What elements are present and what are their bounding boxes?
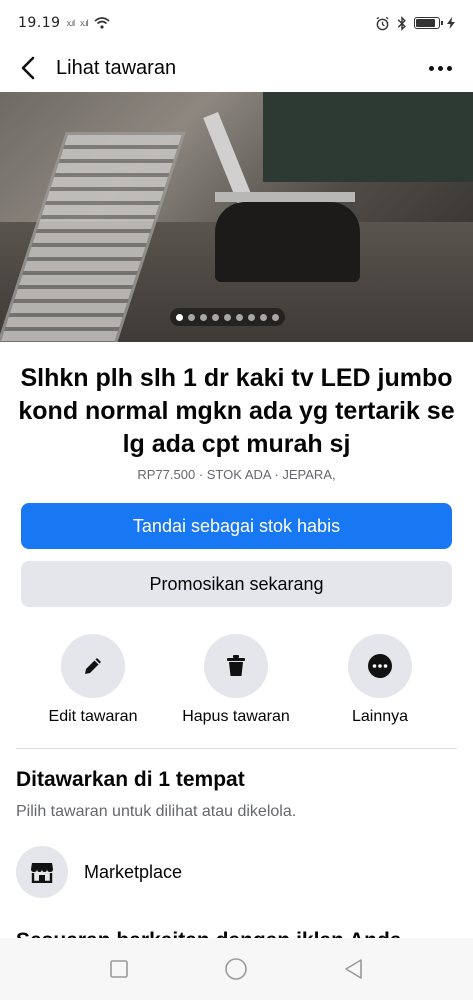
carousel-indicator	[170, 308, 285, 326]
action-row: Edit tawaran Hapus tawaran Lainnya	[0, 634, 473, 734]
place-item-marketplace[interactable]: Marketplace	[16, 844, 456, 900]
delete-listing-action[interactable]: Hapus tawaran	[161, 634, 311, 726]
status-time: 19.19	[18, 15, 61, 31]
trash-icon	[227, 655, 245, 676]
bluetooth-icon	[397, 15, 406, 31]
dot-icon	[437, 65, 443, 71]
edit-listing-action[interactable]: Edit tawaran	[18, 634, 168, 726]
edit-action-circle[interactable]	[61, 634, 125, 698]
circle-icon	[225, 958, 248, 980]
carousel-dot	[176, 313, 183, 321]
divider	[16, 748, 457, 749]
delete-action-circle[interactable]	[204, 634, 268, 698]
dot-icon	[428, 65, 434, 71]
status-left: 19.19 x.ıl x.ıl	[18, 15, 110, 31]
mark-sold-button[interactable]: Tandai sebagai stok habis	[21, 503, 452, 549]
carousel-dot	[200, 313, 207, 321]
triangle-back-icon	[345, 959, 362, 979]
offered-section-subtitle: Pilih tawaran untuk dilihat atau dikelol…	[16, 803, 297, 820]
recent-apps-button[interactable]	[97, 947, 141, 991]
alarm-icon	[376, 16, 389, 30]
photo-background	[263, 92, 473, 182]
more-action-circle[interactable]	[348, 634, 412, 698]
carousel-dot	[224, 313, 231, 321]
carousel-dot	[260, 313, 267, 321]
back-arrow-icon	[21, 56, 35, 80]
pencil-icon	[85, 658, 101, 674]
delete-action-label: Hapus tawaran	[182, 708, 290, 725]
more-action[interactable]: Lainnya	[305, 634, 455, 726]
promote-button[interactable]: Promosikan sekarang	[21, 561, 452, 607]
battery-icon	[414, 17, 443, 29]
place-label: Marketplace	[84, 861, 183, 882]
more-horizontal-icon	[368, 654, 392, 678]
photo-tv-stand-base	[215, 202, 360, 282]
carousel-dot	[188, 313, 195, 321]
signal-icon-2: x.ıl	[80, 18, 88, 28]
back-nav-button[interactable]	[332, 947, 376, 991]
back-button[interactable]	[0, 46, 56, 90]
home-button[interactable]	[214, 947, 258, 991]
battery-fill	[416, 19, 435, 27]
status-bar: 19.19 x.ıl x.ıl	[0, 0, 473, 46]
listing-title: Slhkn plh slh 1 dr kaki tv LED jumbo kon…	[18, 364, 455, 458]
offered-section-title: Ditawarkan di 1 tempat	[16, 768, 245, 791]
more-action-label: Lainnya	[351, 708, 409, 725]
charging-icon	[447, 17, 455, 29]
carousel-dot	[248, 313, 255, 321]
dot-icon	[446, 65, 452, 71]
carousel-dot	[236, 313, 243, 321]
carousel-dot	[212, 313, 219, 321]
carousel-dot	[272, 313, 279, 321]
photo-bar	[215, 192, 355, 202]
listing-meta: RP77.500 · STOK ADA · JEPARA,	[137, 467, 336, 482]
status-right	[375, 15, 455, 31]
edit-action-label: Edit tawaran	[48, 708, 138, 725]
app-bar: Lihat tawaran	[0, 46, 473, 90]
storefront-icon	[16, 846, 68, 898]
signal-icon-1: x.ıl	[66, 18, 75, 28]
more-options-button[interactable]	[425, 56, 455, 80]
system-nav-bar	[0, 938, 473, 1000]
listing-photo-carousel[interactable]	[0, 92, 473, 342]
wifi-icon	[94, 17, 110, 29]
square-icon	[110, 960, 128, 978]
page-title: Lihat tawaran	[56, 56, 177, 79]
